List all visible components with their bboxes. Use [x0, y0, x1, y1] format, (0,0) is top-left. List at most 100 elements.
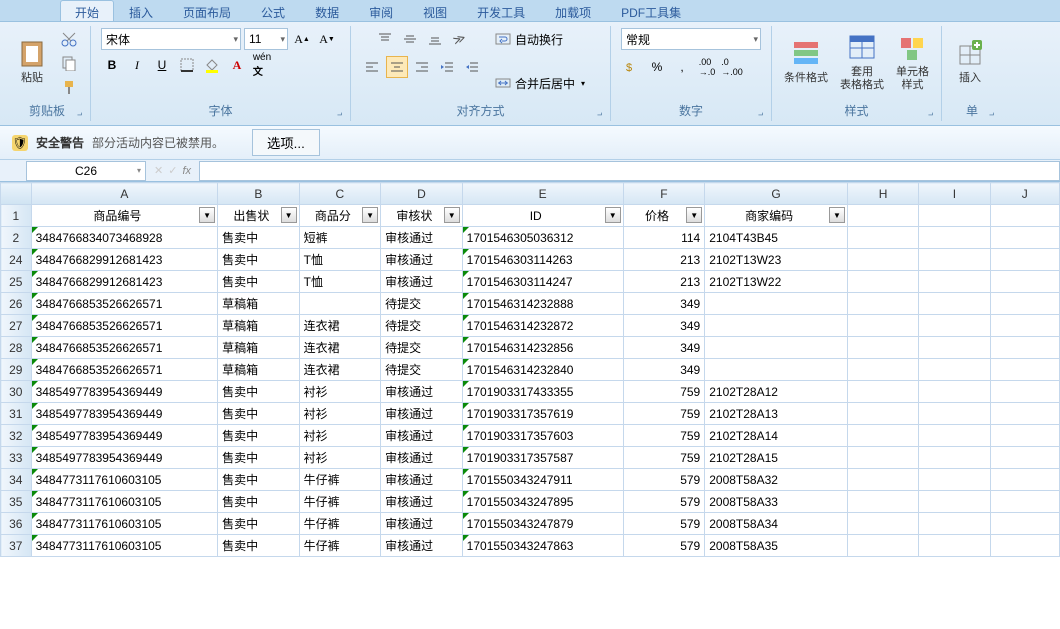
- cell[interactable]: 牛仔裤: [299, 491, 381, 513]
- cell[interactable]: [847, 359, 918, 381]
- row-header[interactable]: 27: [1, 315, 32, 337]
- cell[interactable]: 审核通过: [381, 513, 463, 535]
- filter-dropdown-icon[interactable]: ▼: [444, 207, 460, 223]
- cell[interactable]: 售卖中: [218, 447, 300, 469]
- cell[interactable]: 3484773117610603105: [31, 535, 218, 557]
- cell[interactable]: [990, 491, 1059, 513]
- cell[interactable]: 3484773117610603105: [31, 491, 218, 513]
- phonetic-button[interactable]: wén文: [251, 54, 273, 76]
- cell[interactable]: 草稿箱: [218, 293, 300, 315]
- cell[interactable]: 连衣裙: [299, 359, 381, 381]
- filter-header[interactable]: 商品编号▼: [31, 205, 218, 227]
- filter-dropdown-icon[interactable]: ▼: [281, 207, 297, 223]
- cell[interactable]: 759: [623, 447, 705, 469]
- cell[interactable]: 衬衫: [299, 425, 381, 447]
- col-header-A[interactable]: A: [31, 183, 218, 205]
- cell[interactable]: [919, 293, 990, 315]
- cell[interactable]: [847, 315, 918, 337]
- font-size-combo[interactable]: 11: [244, 28, 288, 50]
- cell[interactable]: 1701550343247911: [462, 469, 623, 491]
- cell[interactable]: 2104T43B45: [705, 227, 848, 249]
- font-family-combo[interactable]: 宋体: [101, 28, 241, 50]
- cell[interactable]: [990, 381, 1059, 403]
- col-header-H[interactable]: H: [847, 183, 918, 205]
- cell[interactable]: 审核通过: [381, 381, 463, 403]
- cell[interactable]: 213: [623, 249, 705, 271]
- cell[interactable]: 草稿箱: [218, 359, 300, 381]
- cell[interactable]: 1701903317357603: [462, 425, 623, 447]
- cell[interactable]: [990, 293, 1059, 315]
- filter-dropdown-icon[interactable]: ▼: [362, 207, 378, 223]
- cell[interactable]: 3484766853526626571: [31, 315, 218, 337]
- cell[interactable]: [847, 227, 918, 249]
- accept-formula-icon[interactable]: ✓: [168, 164, 177, 177]
- cell[interactable]: 579: [623, 491, 705, 513]
- filter-header[interactable]: 出售状▼: [218, 205, 300, 227]
- cell[interactable]: 售卖中: [218, 249, 300, 271]
- cell[interactable]: 3484766834073468928: [31, 227, 218, 249]
- cell[interactable]: 草稿箱: [218, 337, 300, 359]
- security-options-button[interactable]: 选项...: [252, 129, 320, 156]
- cell[interactable]: [705, 315, 848, 337]
- spreadsheet-grid[interactable]: ABCDEFGHIJ 1商品编号▼出售状▼商品分▼审核状▼ID▼价格▼商家编码▼…: [0, 182, 1060, 629]
- format-as-table-button[interactable]: 套用 表格格式: [834, 26, 890, 98]
- cell[interactable]: 待提交: [381, 359, 463, 381]
- cell[interactable]: 3484766829912681423: [31, 271, 218, 293]
- tab-1[interactable]: 插入: [114, 0, 168, 21]
- underline-button[interactable]: U: [151, 54, 173, 76]
- percent-button[interactable]: %: [646, 56, 668, 78]
- cell[interactable]: 售卖中: [218, 513, 300, 535]
- orientation-button[interactable]: ≫: [449, 28, 471, 50]
- tab-8[interactable]: 加载项: [540, 0, 606, 21]
- cell[interactable]: 759: [623, 381, 705, 403]
- tab-7[interactable]: 开发工具: [462, 0, 540, 21]
- row-header[interactable]: 24: [1, 249, 32, 271]
- cell[interactable]: [919, 315, 990, 337]
- cell[interactable]: 579: [623, 535, 705, 557]
- cell[interactable]: [919, 513, 990, 535]
- cell[interactable]: 2102T28A14: [705, 425, 848, 447]
- row-header[interactable]: 32: [1, 425, 32, 447]
- cell[interactable]: 牛仔裤: [299, 469, 381, 491]
- align-right-button[interactable]: [411, 56, 433, 78]
- align-bottom-button[interactable]: [424, 28, 446, 50]
- filter-dropdown-icon[interactable]: ▼: [686, 207, 702, 223]
- row-header[interactable]: 36: [1, 513, 32, 535]
- cell[interactable]: 草稿箱: [218, 315, 300, 337]
- cell[interactable]: 审核通过: [381, 469, 463, 491]
- cell[interactable]: 售卖中: [218, 227, 300, 249]
- cell[interactable]: 审核通过: [381, 249, 463, 271]
- cell[interactable]: 1701550343247863: [462, 535, 623, 557]
- cell[interactable]: [990, 425, 1059, 447]
- cell[interactable]: [705, 293, 848, 315]
- cell[interactable]: 579: [623, 513, 705, 535]
- cell[interactable]: 3484766853526626571: [31, 337, 218, 359]
- cell[interactable]: 审核通过: [381, 447, 463, 469]
- border-button[interactable]: [176, 54, 198, 76]
- cell[interactable]: [847, 513, 918, 535]
- tab-4[interactable]: 数据: [300, 0, 354, 21]
- number-format-combo[interactable]: 常规: [621, 28, 761, 50]
- cell[interactable]: 3484766853526626571: [31, 293, 218, 315]
- row-header[interactable]: 37: [1, 535, 32, 557]
- cut-button[interactable]: [58, 28, 80, 50]
- cell[interactable]: 2102T13W22: [705, 271, 848, 293]
- decrease-decimal-button[interactable]: .0→.00: [721, 56, 743, 78]
- copy-button[interactable]: [58, 52, 80, 74]
- cell[interactable]: [990, 513, 1059, 535]
- cell[interactable]: [847, 491, 918, 513]
- tab-9[interactable]: PDF工具集: [606, 0, 696, 21]
- cell[interactable]: 售卖中: [218, 425, 300, 447]
- cell[interactable]: 牛仔裤: [299, 535, 381, 557]
- cell[interactable]: 3484773117610603105: [31, 469, 218, 491]
- filter-header[interactable]: 商家编码▼: [705, 205, 848, 227]
- cell[interactable]: [919, 447, 990, 469]
- indent-increase-button[interactable]: [461, 56, 483, 78]
- cell[interactable]: 售卖中: [218, 535, 300, 557]
- cell[interactable]: 审核通过: [381, 403, 463, 425]
- cell[interactable]: 3484766829912681423: [31, 249, 218, 271]
- cell[interactable]: 1701550343247895: [462, 491, 623, 513]
- bold-button[interactable]: B: [101, 54, 123, 76]
- cell[interactable]: 1701546314232888: [462, 293, 623, 315]
- fill-color-button[interactable]: [201, 54, 223, 76]
